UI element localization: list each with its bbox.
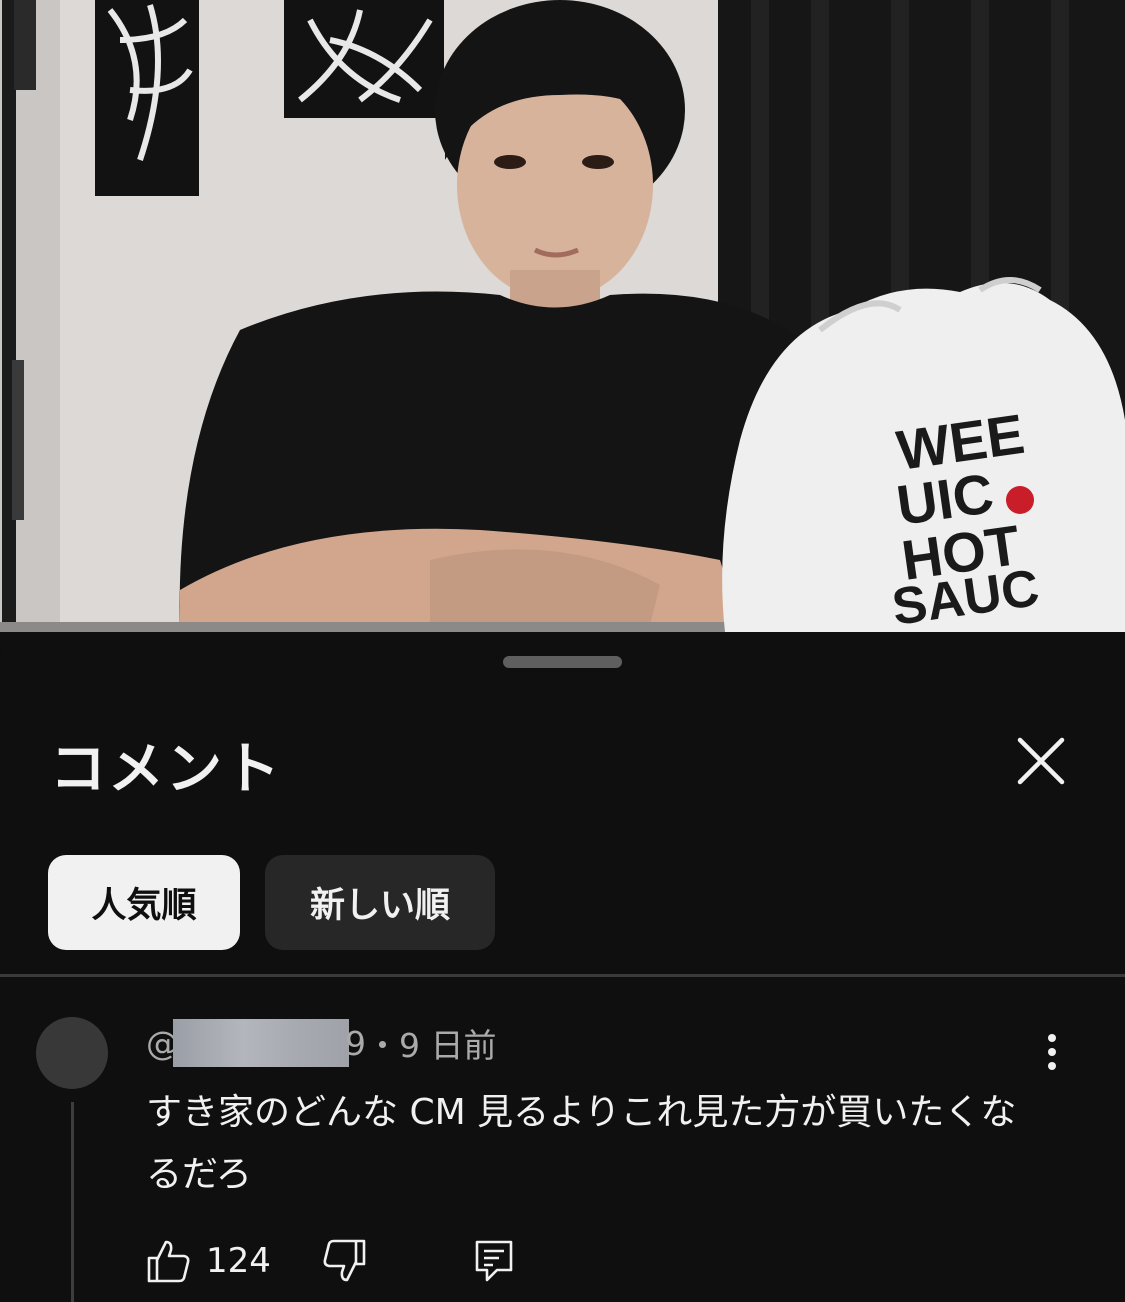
thumbs-down-icon[interactable]	[321, 1238, 367, 1284]
meta-separator: ・	[366, 1026, 399, 1065]
comment-time: 9 日前	[399, 1026, 497, 1065]
drag-handle[interactable]	[503, 656, 622, 668]
wall-art-left	[95, 0, 199, 196]
sort-chip-newest[interactable]: 新しい順	[265, 855, 495, 950]
video-player[interactable]: WEE UIC HOT SAUC	[0, 0, 1125, 632]
redacted-username	[173, 1019, 349, 1067]
avatar[interactable]	[36, 1017, 108, 1089]
divider	[0, 974, 1125, 977]
comment-meta: @ 9 ・ 9 日前	[146, 1019, 497, 1067]
comments-sheet: コメント 人気順 新しい順 @ 9 ・ 9 日前 すき家のどんな CM 見るより…	[0, 632, 1125, 1302]
sort-chips: 人気順 新しい順	[48, 855, 495, 950]
reply-icon[interactable]	[471, 1238, 517, 1284]
video-frame: WEE UIC HOT SAUC	[0, 0, 1125, 632]
sort-chip-top[interactable]: 人気順	[48, 855, 240, 950]
thread-line	[71, 1102, 74, 1302]
sheet-title: コメント	[50, 737, 282, 802]
close-icon[interactable]	[1012, 732, 1070, 790]
comment-author-suffix[interactable]: 9	[345, 1024, 366, 1063]
comment-text: すき家のどんな CM 見るよりこれ見た方が買いたくなるだろ	[146, 1092, 1017, 1195]
more-vertical-icon[interactable]	[1030, 1030, 1074, 1074]
like-count: 124	[206, 1241, 271, 1281]
thumbs-up-icon[interactable]	[146, 1238, 192, 1284]
wall-art-right	[284, 0, 444, 118]
comment-actions: 124	[146, 1232, 517, 1290]
